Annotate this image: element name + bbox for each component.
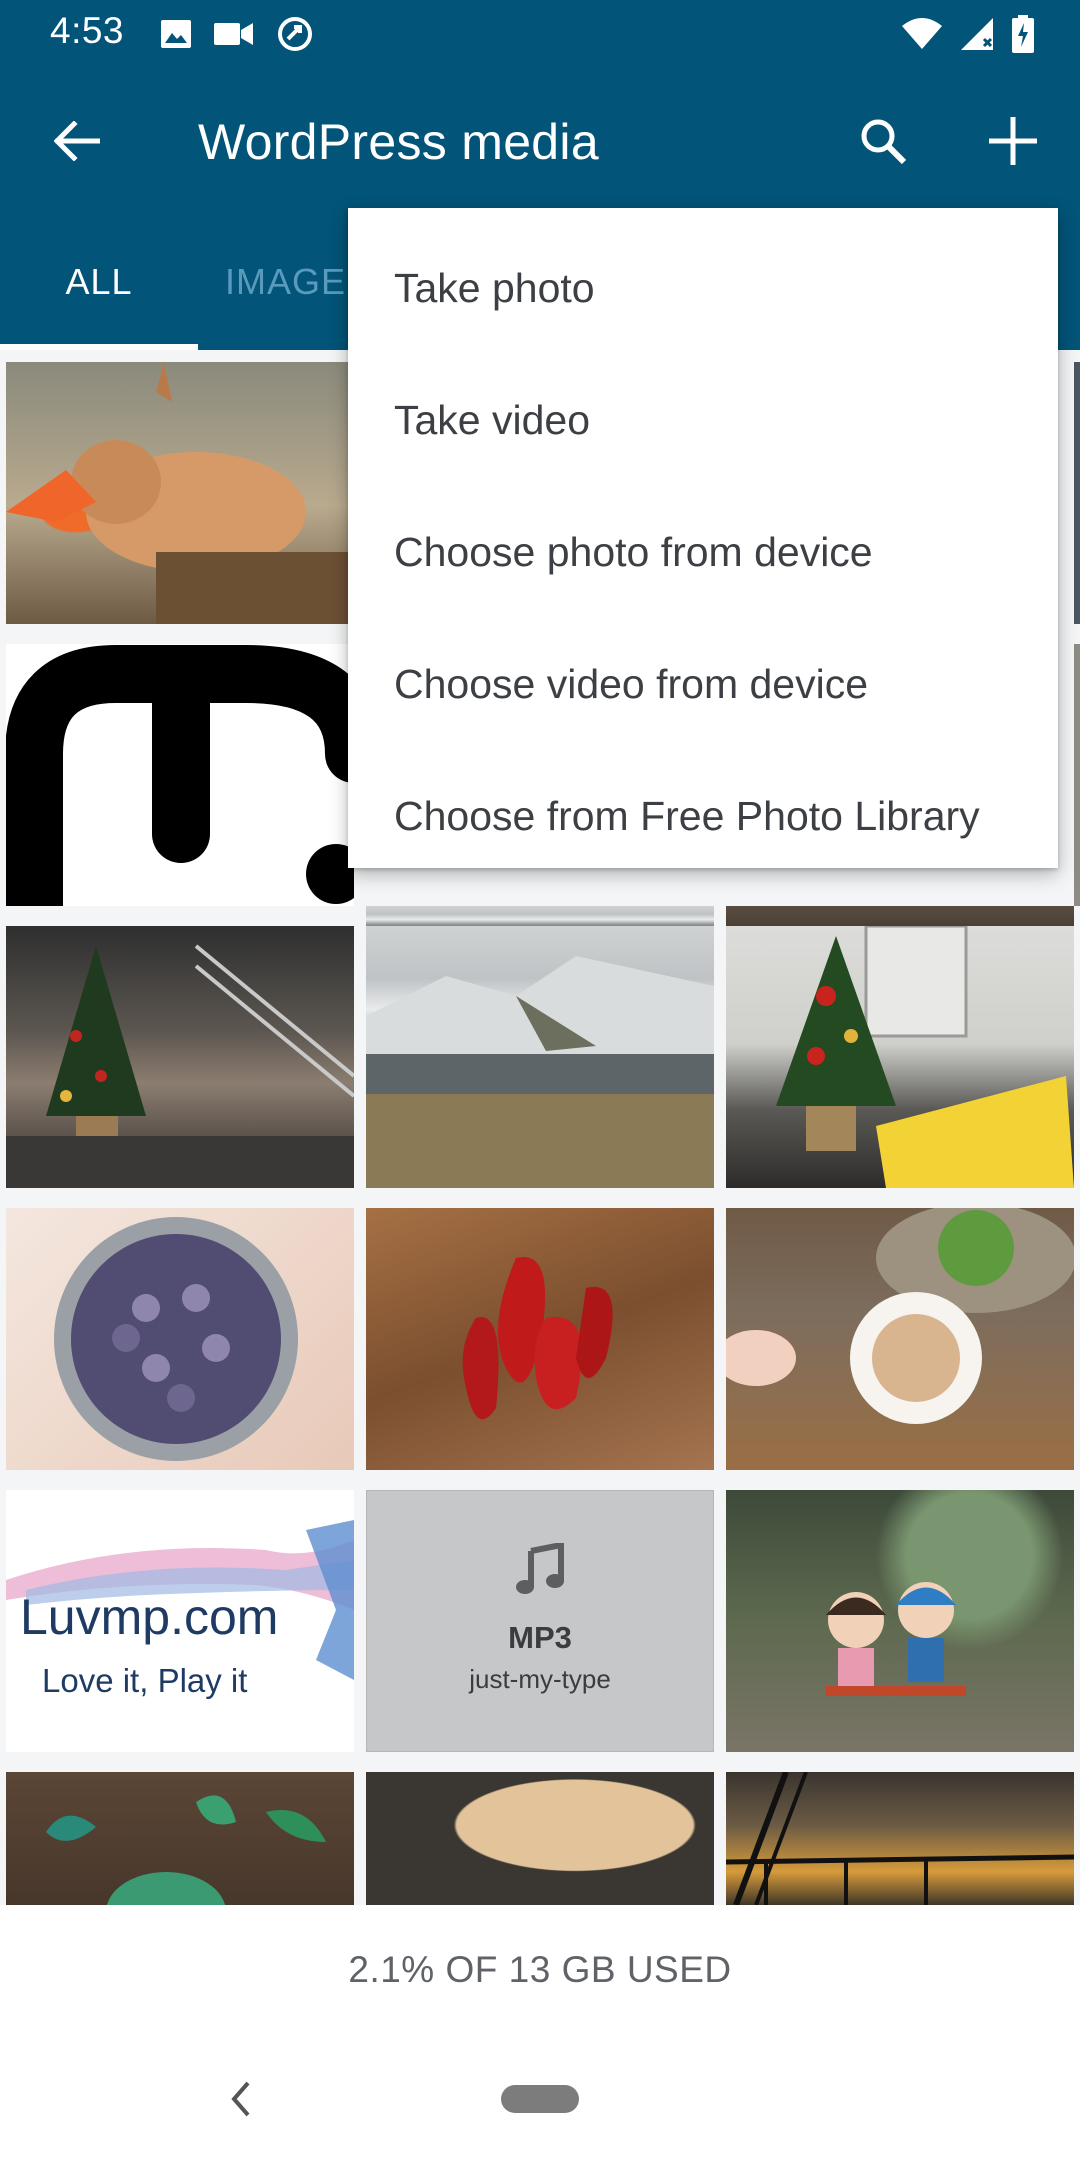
media-tile-image[interactable] xyxy=(726,1208,1074,1470)
media-tile-image[interactable] xyxy=(726,1490,1074,1752)
status-system-icons xyxy=(902,14,1034,54)
menu-item-choose-photo[interactable]: Choose photo from device xyxy=(348,486,1058,618)
video-camera-icon xyxy=(214,21,254,47)
media-tile-image[interactable] xyxy=(366,926,714,1188)
blueberries-photo xyxy=(54,1217,298,1461)
storage-usage-text: 2.1% OF 13 GB USED xyxy=(348,1949,732,1990)
media-tile-image[interactable] xyxy=(726,1772,1074,1905)
luvmp-tagline: Love it, Play it xyxy=(42,1662,248,1699)
search-button[interactable] xyxy=(846,106,920,180)
menu-item-choose-video[interactable]: Choose video from device xyxy=(348,618,1058,750)
storage-usage-footer: 2.1% OF 13 GB USED xyxy=(0,1905,1080,2035)
green-bowl-photo xyxy=(46,1795,326,1905)
luvmp-title: Luvmp.com xyxy=(20,1589,279,1645)
media-tile-image-edge xyxy=(1074,644,1080,906)
toy-figures-photo xyxy=(826,1582,966,1696)
system-nav-bar xyxy=(0,2035,1080,2160)
media-type-label: MP3 xyxy=(508,1620,572,1655)
sunset-pier-photo xyxy=(726,1772,1074,1905)
media-tile-image[interactable] xyxy=(6,1772,354,1905)
media-tile-image[interactable] xyxy=(726,926,1074,1188)
media-tile-image[interactable]: Luvmp.com Love it, Play it xyxy=(6,1490,354,1752)
battery-charging-icon xyxy=(1012,15,1034,53)
snowy-mountain-lake-photo xyxy=(366,956,714,1188)
media-tile-image[interactable] xyxy=(6,644,354,906)
sync-icon xyxy=(276,15,314,53)
media-file-name: just-my-type xyxy=(469,1664,611,1694)
tab-all[interactable]: ALL xyxy=(0,214,198,350)
squirrel-photo xyxy=(6,362,354,624)
add-icon xyxy=(987,115,1039,172)
media-tile-image-edge xyxy=(1074,362,1080,624)
status-bar: 4:53 xyxy=(0,0,1080,66)
coffee-succulent-photo xyxy=(726,1208,1074,1424)
media-tile-audio[interactable]: MP3 just-my-type xyxy=(366,1490,714,1752)
media-tile-image[interactable] xyxy=(366,1772,714,1905)
media-tile-image[interactable] xyxy=(366,1208,714,1470)
nav-back-icon[interactable] xyxy=(222,2077,262,2121)
wifi-icon xyxy=(902,18,942,50)
logo-graphic xyxy=(6,645,354,906)
menu-item-take-photo[interactable]: Take photo xyxy=(348,222,1058,354)
back-button[interactable] xyxy=(40,106,114,180)
media-tile-image[interactable] xyxy=(6,362,354,624)
christmas-tree-stairs-photo xyxy=(6,944,354,1188)
add-media-button[interactable] xyxy=(976,106,1050,180)
status-notification-icons xyxy=(160,14,314,54)
image-icon xyxy=(160,19,192,49)
media-tile-image[interactable] xyxy=(6,1208,354,1470)
cell-signal-icon xyxy=(960,17,994,51)
menu-item-take-video[interactable]: Take video xyxy=(348,354,1058,486)
add-media-menu: Take photo Take video Choose photo from … xyxy=(348,208,1058,868)
status-time: 4:53 xyxy=(50,10,125,51)
media-tile-image[interactable] xyxy=(6,926,354,1188)
menu-item-free-photo-library[interactable]: Choose from Free Photo Library xyxy=(348,750,1058,882)
page-title: WordPress media xyxy=(198,114,599,170)
home-pill-icon[interactable] xyxy=(501,2085,579,2113)
arrow-back-icon xyxy=(53,119,101,166)
red-peppers-photo xyxy=(462,1257,613,1420)
app-bar: WordPress media xyxy=(0,66,1080,214)
christmas-tree-window-photo xyxy=(776,926,1074,1188)
search-icon xyxy=(858,116,908,171)
music-note-icon xyxy=(515,1541,565,1600)
